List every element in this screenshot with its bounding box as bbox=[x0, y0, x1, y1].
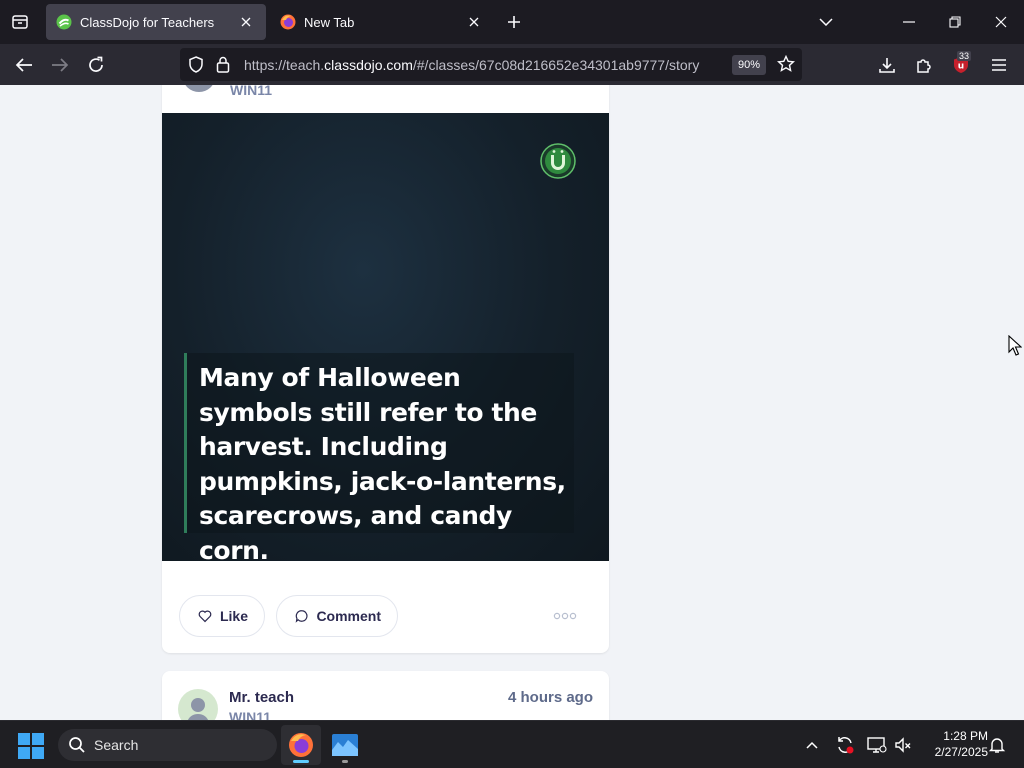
browser-nav-bar: https://teach.classdojo.com/#/classes/67… bbox=[0, 44, 1024, 85]
heart-icon bbox=[198, 610, 212, 623]
tab-classdojo[interactable]: ClassDojo for Teachers bbox=[46, 4, 266, 40]
show-hidden-icons-chevron-icon[interactable] bbox=[800, 733, 824, 757]
active-app-indicator bbox=[293, 760, 309, 763]
windows-start-icon[interactable] bbox=[18, 733, 44, 759]
classdojo-favicon bbox=[56, 14, 72, 30]
comment-label: Comment bbox=[316, 608, 381, 624]
tab-list-icon[interactable] bbox=[8, 10, 32, 34]
comment-bubble-icon bbox=[295, 610, 308, 623]
more-options-icon[interactable] bbox=[552, 609, 578, 623]
comment-button[interactable]: Comment bbox=[276, 595, 398, 637]
firefox-icon bbox=[289, 733, 313, 757]
mouse-cursor-icon bbox=[1008, 335, 1022, 356]
firefox-favicon bbox=[280, 14, 296, 30]
extension-badge-count: 33 bbox=[957, 51, 972, 61]
post-author[interactable]: Mr. teach bbox=[229, 689, 294, 706]
class-story-feed: WIN11 Many of Halloween symbols still re… bbox=[0, 85, 1024, 720]
like-label: Like bbox=[219, 608, 248, 624]
bookmark-star-icon[interactable] bbox=[776, 54, 796, 78]
windows-taskbar: Search 1:28 PM 2/27/2025 bbox=[0, 720, 1024, 768]
story-post-card: WIN11 Many of Halloween symbols still re… bbox=[162, 85, 609, 653]
running-app-indicator bbox=[342, 760, 348, 763]
forward-arrow-icon[interactable] bbox=[47, 52, 73, 78]
caption-box: Many of Halloween symbols still refer to… bbox=[184, 353, 574, 565]
new-tab-plus-icon[interactable] bbox=[502, 10, 526, 34]
downloads-icon[interactable] bbox=[874, 52, 900, 78]
url-path: /#/classes/67c08d216652e34301ab9777/stor… bbox=[412, 57, 700, 73]
author-avatar bbox=[185, 85, 213, 92]
clock-time: 1:28 PM bbox=[943, 729, 988, 743]
close-tab-icon[interactable] bbox=[236, 12, 256, 32]
author-avatar[interactable] bbox=[178, 689, 218, 720]
like-button[interactable]: Like bbox=[179, 595, 265, 637]
svg-text:u: u bbox=[958, 62, 964, 72]
zoom-level-badge[interactable]: 90% bbox=[732, 55, 767, 75]
restore-icon[interactable] bbox=[941, 8, 969, 36]
volume-muted-icon[interactable] bbox=[891, 733, 915, 757]
url-text[interactable]: https://teach.classdojo.com/#/classes/67… bbox=[244, 57, 699, 73]
sync-status-icon[interactable] bbox=[833, 733, 857, 757]
browser-tab-strip: ClassDojo for Teachers New Tab bbox=[0, 0, 1024, 44]
app-icon bbox=[332, 734, 358, 756]
search-icon bbox=[69, 737, 85, 753]
post-caption: Many of Halloween symbols still refer to… bbox=[199, 363, 566, 565]
url-prefix: https://teach. bbox=[244, 57, 325, 73]
minimize-icon[interactable] bbox=[895, 8, 923, 36]
brand-logo-icon bbox=[540, 143, 576, 179]
taskbar-pinned-app[interactable] bbox=[325, 725, 365, 765]
list-all-tabs-chevron-icon[interactable] bbox=[812, 8, 840, 36]
taskbar-search-box[interactable]: Search bbox=[58, 729, 277, 761]
tab-title: ClassDojo for Teachers bbox=[80, 14, 215, 30]
close-window-icon[interactable] bbox=[987, 8, 1015, 36]
post-image[interactable]: Many of Halloween symbols still refer to… bbox=[162, 113, 609, 565]
post-class-name: WIN11 bbox=[230, 85, 273, 98]
story-post-card: Mr. teach WIN11 4 hours ago bbox=[162, 671, 609, 720]
tab-title: New Tab bbox=[304, 14, 355, 30]
back-arrow-icon[interactable] bbox=[11, 52, 37, 78]
url-bar[interactable]: https://teach.classdojo.com/#/classes/67… bbox=[180, 48, 802, 81]
clock-date: 2/27/2025 bbox=[934, 745, 988, 759]
extensions-puzzle-icon[interactable] bbox=[911, 52, 937, 78]
tab-new-tab[interactable]: New Tab bbox=[270, 4, 494, 40]
menu-hamburger-icon[interactable] bbox=[986, 52, 1012, 78]
search-label: Search bbox=[94, 737, 139, 753]
reload-icon[interactable] bbox=[83, 52, 109, 78]
close-tab-icon[interactable] bbox=[464, 12, 484, 32]
post-actions: Like Comment bbox=[162, 595, 609, 639]
notifications-bell-icon[interactable] bbox=[985, 733, 1009, 757]
network-status-icon[interactable] bbox=[865, 733, 889, 757]
lock-icon[interactable] bbox=[216, 56, 230, 78]
taskbar-firefox-app[interactable] bbox=[281, 725, 321, 765]
post-class-name: WIN11 bbox=[229, 709, 272, 720]
system-clock[interactable]: 1:28 PM 2/27/2025 bbox=[918, 728, 988, 760]
post-timestamp: 4 hours ago bbox=[507, 689, 593, 706]
url-host: classdojo.com bbox=[324, 57, 413, 73]
tracking-shield-icon[interactable] bbox=[188, 56, 204, 78]
